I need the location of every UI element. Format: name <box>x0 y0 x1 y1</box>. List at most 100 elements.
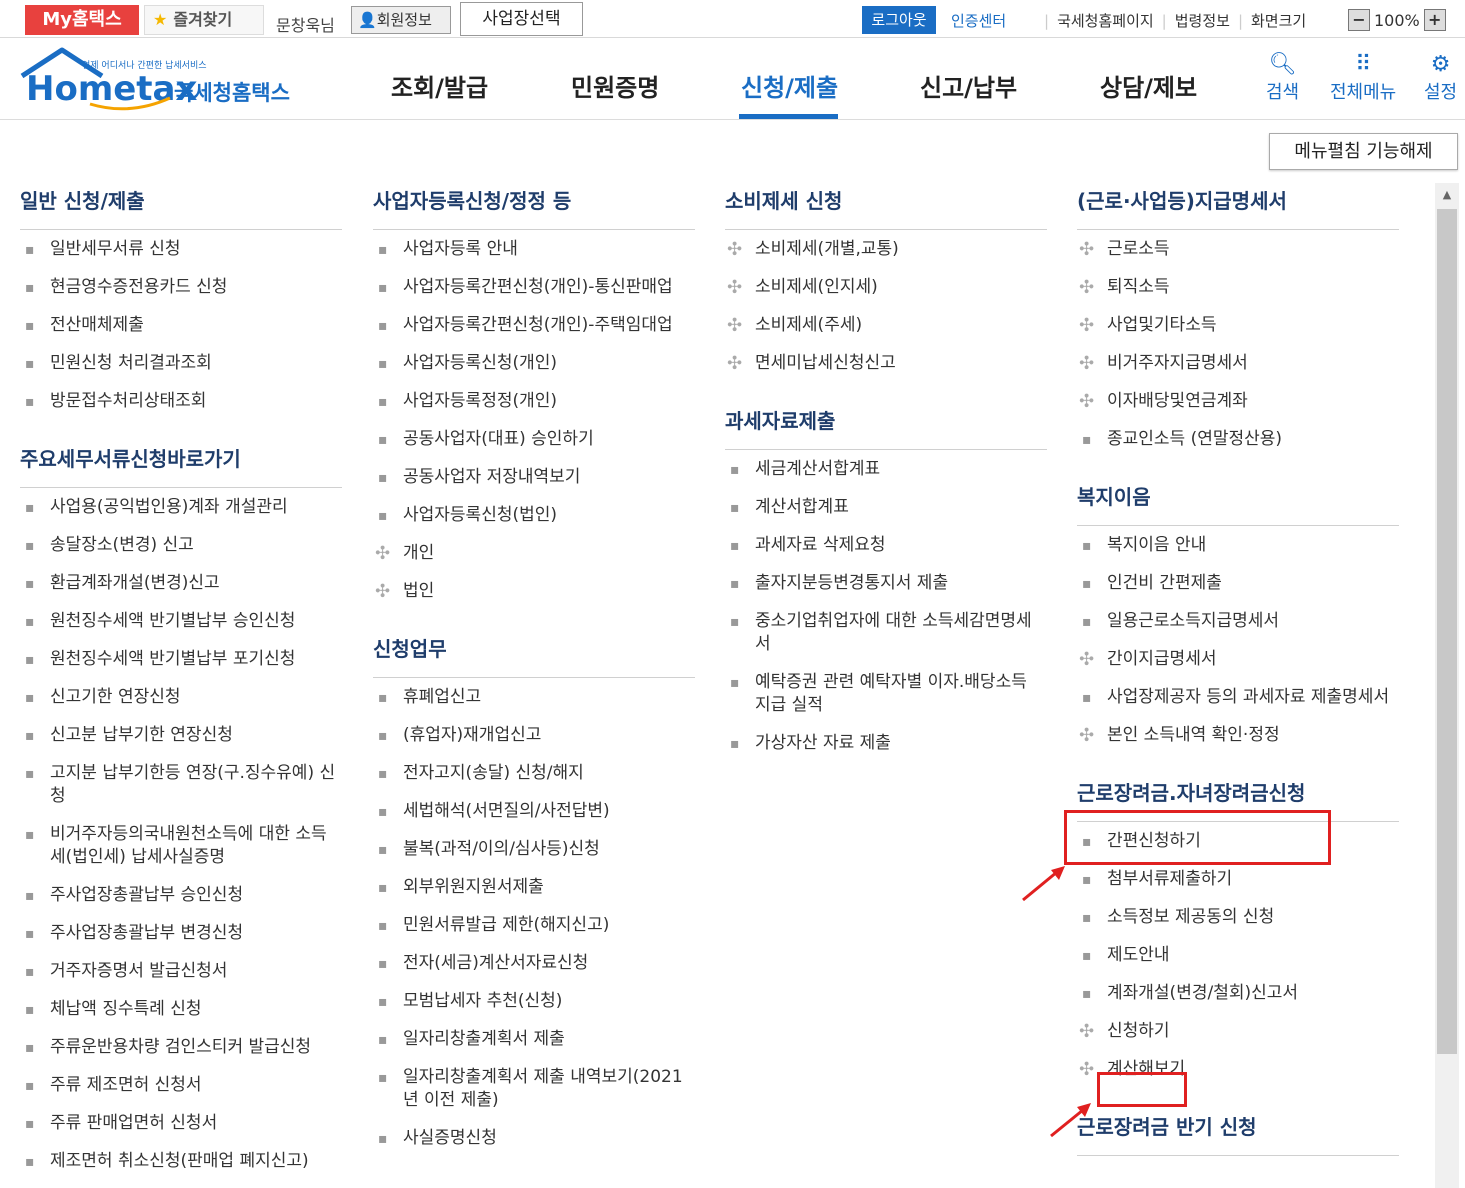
plus-expand-icon[interactable]: ✣ <box>727 314 742 337</box>
menu-link-item[interactable]: ▪ 비거주자등의국내원천소득에 대한 소득세(법인세) 납세사실증명 <box>20 823 342 869</box>
menu-link-item[interactable]: ✣ 개인 <box>373 542 695 565</box>
menu-link-item[interactable]: ▪ 신고기한 연장신청 <box>20 686 342 709</box>
plus-expand-icon[interactable]: ✣ <box>1079 238 1094 261</box>
menu-link-item[interactable]: ▪ 예탁증권 관련 예탁자별 이자.배당소득 지급 실적 <box>725 671 1047 717</box>
section-title[interactable]: 소비제세 신청 <box>725 188 1047 230</box>
menu-link-item[interactable]: ▪ 계산서합계표 <box>725 496 1047 519</box>
section-title[interactable]: 사업자등록신청/정정 등 <box>373 188 695 230</box>
menu-link-item[interactable]: ▪ 방문접수처리상태조회 <box>20 390 342 413</box>
menu-link-item[interactable]: ▪ 외부위원지원서제출 <box>373 876 695 899</box>
plus-expand-icon[interactable]: ✣ <box>375 580 390 603</box>
plus-expand-icon[interactable]: ✣ <box>1079 276 1094 299</box>
menu-collapse-toggle-button[interactable]: 메뉴펼침 기능해제 <box>1269 133 1458 170</box>
menu-link-item[interactable]: ✣ 퇴직소득 <box>1077 276 1399 299</box>
section-title[interactable]: (근로·사업등)지급명세서 <box>1077 188 1399 230</box>
menu-link-item[interactable]: ✣ 소비제세(주세) <box>725 314 1047 337</box>
section-title[interactable]: 신청업무 <box>373 636 695 678</box>
menu-link-item[interactable]: ✣ 근로소득 <box>1077 238 1399 261</box>
menu-link-item[interactable]: ✣ 비거주자지급명세서 <box>1077 352 1399 375</box>
member-info-button[interactable]: 👤회원정보 <box>351 6 451 34</box>
menu-link-item[interactable]: ▪ 제도안내 <box>1077 944 1399 967</box>
menu-link-item[interactable]: ▪ 공동사업자(대표) 승인하기 <box>373 428 695 451</box>
menu-link-item[interactable]: ▪ 원천징수세액 반기별납부 포기신청 <box>20 648 342 671</box>
menu-link-item[interactable]: ▪ 송달장소(변경) 신고 <box>20 534 342 557</box>
menu-link-item[interactable]: ▪ 모범납세자 추천(신청) <box>373 990 695 1013</box>
menu-link-item[interactable]: ✣ 면세미납세신청신고 <box>725 352 1047 375</box>
menu-link-item[interactable]: ▪ 휴폐업신고 <box>373 686 695 709</box>
business-select-button[interactable]: 사업장선택 <box>460 2 583 36</box>
menu-link-item[interactable]: ▪ 주류 제조면허 신청서 <box>20 1074 342 1097</box>
menu-link-item[interactable]: ▪ 사업용(공익법인용)계좌 개설관리 <box>20 496 342 519</box>
plus-expand-icon[interactable]: ✣ <box>1079 1020 1094 1043</box>
nts-homepage-link[interactable]: 국세청홈페이지 <box>1057 12 1154 30</box>
menu-link-item[interactable]: ▪ 사업자등록간편신청(개인)-통신판매업 <box>373 276 695 299</box>
menu-link-item[interactable]: ▪ 전자(세금)계산서자료신청 <box>373 952 695 975</box>
menu-link-item[interactable]: ▪ 공동사업자 저장내역보기 <box>373 466 695 489</box>
menu-link-item[interactable]: ▪ 인건비 간편제출 <box>1077 572 1399 595</box>
menu-link-item[interactable]: ▪ 일자리창출계획서 제출 내역보기(2021년 이전 제출) <box>373 1066 695 1112</box>
menu-link-item[interactable]: ▪ (휴업자)재개업신고 <box>373 724 695 747</box>
plus-expand-icon[interactable]: ✣ <box>1079 314 1094 337</box>
all-menu-button[interactable]: ⠿ 전체메뉴 <box>1330 52 1396 104</box>
plus-expand-icon[interactable]: ✣ <box>375 542 390 565</box>
search-button[interactable]: 🔍︎ 검색 <box>1266 52 1299 104</box>
menu-link-item[interactable]: ▪ 주류 판매업면허 신청서 <box>20 1112 342 1135</box>
plus-expand-icon[interactable]: ✣ <box>1079 352 1094 375</box>
menu-link-item[interactable]: ▪ 체납액 징수특례 신청 <box>20 998 342 1021</box>
menu-link-item[interactable]: ▪ 사업자등록신청(법인) <box>373 504 695 527</box>
menu-link-item[interactable]: ▪ 원천징수세액 반기별납부 승인신청 <box>20 610 342 633</box>
law-info-link[interactable]: 법령정보 <box>1175 12 1230 30</box>
menu-link-item[interactable]: ▪ 가상자산 자료 제출 <box>725 732 1047 755</box>
menu-link-item[interactable]: ✣ 법인 <box>373 580 695 603</box>
nav-inquiry-issue[interactable]: 조회/발급 <box>391 68 488 103</box>
menu-link-item[interactable]: ▪ 세금계산서합계표 <box>725 458 1047 481</box>
menu-link-item[interactable]: ▪ 일반세무서류 신청 <box>20 238 342 261</box>
plus-expand-icon[interactable]: ✣ <box>727 238 742 261</box>
menu-link-item[interactable]: ▪ 종교인소득 (연말정산용) <box>1077 428 1399 451</box>
zoom-out-button[interactable]: − <box>1348 9 1370 31</box>
menu-link-item[interactable]: ▪ 사업자등록신청(개인) <box>373 352 695 375</box>
menu-link-item[interactable]: ✣ 소비제세(개별,교통) <box>725 238 1047 261</box>
menu-link-item[interactable]: ▪ 민원서류발급 제한(해지신고) <box>373 914 695 937</box>
menu-link-item[interactable]: ▪ 중소기업취업자에 대한 소득세감면명세서 <box>725 610 1047 656</box>
menu-link-item[interactable]: ▪ 주류운반용차량 검인스티커 발급신청 <box>20 1036 342 1059</box>
menu-link-item[interactable]: ▪ 계좌개설(변경/철회)신고서 <box>1077 982 1399 1005</box>
menu-link-item[interactable]: ▪ 전산매체제출 <box>20 314 342 337</box>
menu-link-item[interactable]: ▪ 일용근로소득지급명세서 <box>1077 610 1399 633</box>
my-hometax-button[interactable]: My홈택스 <box>25 5 139 35</box>
menu-link-item[interactable]: ▪ 주사업장총괄납부 변경신청 <box>20 922 342 945</box>
menu-link-item[interactable]: ▪ 환급계좌개설(변경)신고 <box>20 572 342 595</box>
logout-button[interactable]: 로그아웃 <box>862 6 936 34</box>
menu-link-item[interactable]: ▪ 제조면허 취소신청(판매업 폐지신고) <box>20 1150 342 1173</box>
menu-link-item[interactable]: ▪ 복지이음 안내 <box>1077 534 1399 557</box>
menu-link-item[interactable]: ▪ 신고분 납부기한 연장신청 <box>20 724 342 747</box>
nav-report-pay[interactable]: 신고/납부 <box>920 68 1017 103</box>
menu-link-item[interactable]: ▪ 사실증명신청 <box>373 1127 695 1150</box>
plus-expand-icon[interactable]: ✣ <box>1079 648 1094 671</box>
menu-link-item[interactable]: ▪ 사업자등록간편신청(개인)-주택임대업 <box>373 314 695 337</box>
plus-expand-icon[interactable]: ✣ <box>1079 390 1094 413</box>
menu-link-item[interactable]: ▪ 주사업장총괄납부 승인신청 <box>20 884 342 907</box>
plus-expand-icon[interactable]: ✣ <box>1079 1058 1094 1081</box>
section-title[interactable]: 주요세무서류신청바로가기 <box>20 446 342 488</box>
menu-link-item[interactable]: ✣ 소비제세(인지세) <box>725 276 1047 299</box>
section-title[interactable]: 복지이음 <box>1077 484 1399 526</box>
scroll-up-arrow-icon[interactable]: ▲ <box>1435 183 1459 207</box>
menu-link-item[interactable]: ✣ 신청하기 <box>1077 1020 1399 1043</box>
menu-link-item[interactable]: ▪ 사업장제공자 등의 과세자료 제출명세서 <box>1077 686 1399 709</box>
menu-link-item[interactable]: ▪ 과세자료 삭제요청 <box>725 534 1047 557</box>
section-title[interactable]: 과세자료제출 <box>725 408 1047 450</box>
menu-link-item[interactable]: ▪ 고지분 납부기한등 연장(구.징수유예) 신청 <box>20 762 342 808</box>
plus-expand-icon[interactable]: ✣ <box>1079 724 1094 747</box>
menu-link-item[interactable]: ▪ 전자고지(송달) 신청/해지 <box>373 762 695 785</box>
plus-expand-icon[interactable]: ✣ <box>727 276 742 299</box>
favorites-button[interactable]: ★ 즐겨찾기 <box>144 5 264 35</box>
hometax-logo[interactable]: 언제 어디서나 간편한 납세서비스 Hometax 국세청홈택스 <box>20 46 300 116</box>
scrollbar-thumb[interactable] <box>1437 209 1457 1054</box>
menu-link-item[interactable]: ▪ 민원신청 처리결과조회 <box>20 352 342 375</box>
menu-link-item[interactable]: ▪ 일자리창출계획서 제출 <box>373 1028 695 1051</box>
menu-link-item[interactable]: ✣ 이자배당및연금계좌 <box>1077 390 1399 413</box>
section-title[interactable]: 근로장려금 반기 신청 <box>1077 1114 1399 1156</box>
cert-center-link[interactable]: 인증센터 <box>951 10 1006 31</box>
menu-link-item[interactable]: ▪ 불복(과적/이의/심사등)신청 <box>373 838 695 861</box>
